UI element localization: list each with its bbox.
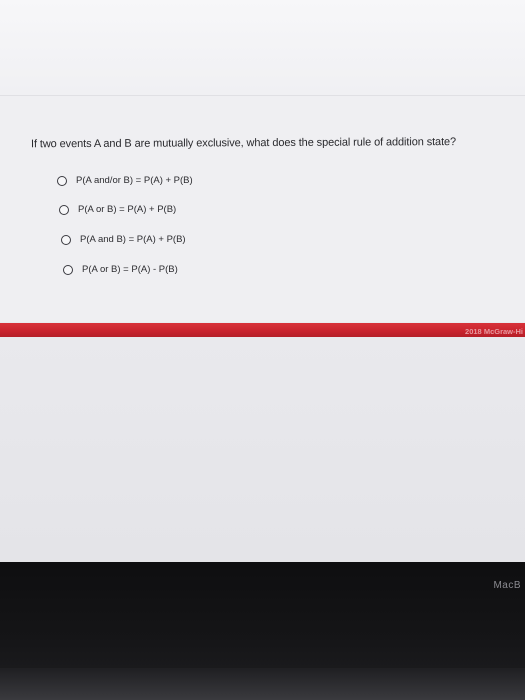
answer-option-3[interactable]: P(A and B) = P(A) + P(B) — [61, 234, 186, 245]
radio-button-icon[interactable] — [57, 175, 67, 186]
answer-option-label: P(A or B) = P(A) - P(B) — [82, 264, 178, 275]
footer-area — [0, 337, 525, 562]
footer-bar — [0, 323, 525, 337]
answer-option-2[interactable]: P(A or B) = P(A) + P(B) — [59, 204, 176, 215]
header-area — [0, 0, 525, 96]
copyright-text: 2018 McGraw-Hi — [465, 327, 523, 336]
screen: If two events A and B are mutually exclu… — [0, 0, 525, 562]
radio-button-icon[interactable] — [61, 234, 71, 245]
answer-option-label: P(A or B) = P(A) + P(B) — [78, 204, 177, 215]
radio-button-icon[interactable] — [63, 264, 73, 275]
radio-button-icon[interactable] — [59, 204, 69, 215]
answer-option-label: P(A and B) = P(A) + P(B) — [80, 234, 186, 245]
answer-option-4[interactable]: P(A or B) = P(A) - P(B) — [63, 264, 178, 275]
answer-option-label: P(A and/or B) = P(A) + P(B) — [76, 175, 193, 186]
device-brand-text: MacB — [493, 580, 521, 591]
question-text: If two events A and B are mutually exclu… — [30, 136, 457, 151]
answer-option-1[interactable]: P(A and/or B) = P(A) + P(B) — [57, 175, 193, 186]
keyboard-edge — [0, 668, 525, 700]
